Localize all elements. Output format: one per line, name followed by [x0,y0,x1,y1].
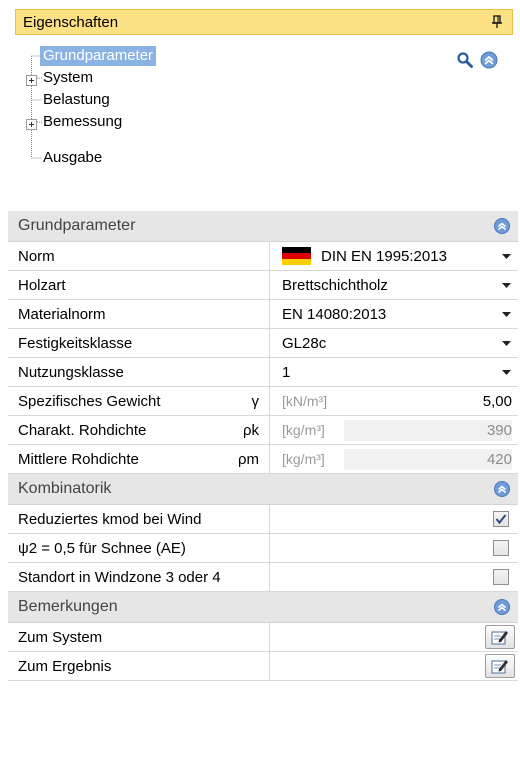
chevron-down-icon[interactable] [500,310,512,318]
unit-label: [kg/m³] [282,422,325,438]
windzone-checkbox[interactable] [493,569,509,585]
search-icon[interactable] [456,51,474,73]
section-header-grundparameter[interactable]: Grundparameter [8,211,518,242]
charakt-rohdichte-field: [kg/m³] 390 [270,416,518,444]
section-header-bemerkungen[interactable]: Bemerkungen [8,592,518,623]
spezifisches-gewicht-value: 5,00 [482,392,512,410]
property-row-spezifisches-gewicht: Spezifisches Gewicht γ [kN/m³] 5,00 [8,387,518,416]
property-label: Zum System [18,628,103,646]
chevron-down-icon[interactable] [500,281,512,289]
section-title: Bemerkungen [18,598,118,615]
property-row-kmod-wind: Reduziertes kmod bei Wind [8,505,518,534]
property-row-mittlere-rohdichte: Mittlere Rohdichte ρm [kg/m³] 420 [8,445,518,474]
edit-note-icon [491,631,508,645]
tree-item-label: Ausgabe [43,149,103,166]
property-row-materialnorm: Materialnorm EN 14080:2013 [8,300,518,329]
holzart-value: Brettschichtholz [282,276,388,294]
nutzungsklasse-value: 1 [282,363,291,381]
property-symbol: ρm [237,450,259,468]
edit-remark-ergebnis-button[interactable] [485,654,515,678]
property-label: ψ2 = 0,5 für Schnee (AE) [18,539,186,557]
tree-item-label: System [43,69,94,86]
property-row-nutzungsklasse: Nutzungsklasse 1 [8,358,518,387]
property-label: Norm [18,247,55,265]
norm-select[interactable]: DIN EN 1995:2013 [270,242,518,270]
property-label: Spezifisches Gewicht [18,392,161,410]
collapse-up-icon[interactable] [494,218,510,234]
unit-label: [kN/m³] [282,393,328,409]
section-title: Kombinatorik [18,480,112,497]
tree-item-grundparameter[interactable]: Grundparameter [40,45,157,67]
collapse-up-icon[interactable] [494,599,510,615]
property-label: Materialnorm [18,305,106,323]
property-label: Zum Ergebnis [18,657,112,675]
property-row-festigkeitsklasse: Festigkeitsklasse GL28c [8,329,518,358]
mittlere-rohdichte-field: [kg/m³] 420 [270,445,518,473]
tree-item-label: Grundparameter [40,46,157,66]
collapse-all-icon[interactable] [480,51,498,73]
property-symbol: ρk [242,421,259,439]
property-label: Festigkeitsklasse [18,334,133,352]
properties-header: Eigenschaften [15,9,513,35]
tree-item-label: Bemessung [43,113,123,130]
unit-label: [kg/m³] [282,451,325,467]
navigation-tree: Grundparameter System Belastung Bemessun… [18,42,318,182]
tree-item-belastung[interactable]: Belastung [40,89,113,111]
tree-item-ausgabe[interactable]: Ausgabe [40,147,105,169]
spezifisches-gewicht-field[interactable]: [kN/m³] 5,00 [270,387,518,415]
property-row-windzone: Standort in Windzone 3 oder 4 [8,563,518,592]
property-row-holzart: Holzart Brettschichtholz [8,271,518,300]
expand-icon[interactable] [26,73,37,86]
property-label: Standort in Windzone 3 oder 4 [18,568,221,586]
property-row-zum-system: Zum System [8,623,518,652]
chevron-down-icon[interactable] [500,368,512,376]
festigkeitsklasse-value: GL28c [282,334,327,352]
collapse-up-icon[interactable] [494,481,510,497]
pin-icon[interactable] [490,14,504,30]
nutzungsklasse-select[interactable]: 1 [270,358,518,386]
section-header-kombinatorik[interactable]: Kombinatorik [8,474,518,505]
property-label: Charakt. Rohdichte [18,421,147,439]
holzart-select[interactable]: Brettschichtholz [270,271,518,299]
psi2-schnee-checkbox[interactable] [493,540,509,556]
property-row-norm: Norm DIN EN 1995:2013 [8,242,518,271]
property-label: Mittlere Rohdichte [18,450,139,468]
chevron-down-icon[interactable] [500,252,512,260]
charakt-rohdichte-value: 390 [344,419,512,441]
mittlere-rohdichte-value: 420 [344,448,512,470]
german-flag-icon [282,247,311,265]
property-label: Reduziertes kmod bei Wind [18,510,202,528]
property-symbol: γ [251,392,260,410]
chevron-down-icon[interactable] [500,339,512,347]
property-row-zum-ergebnis: Zum Ergebnis [8,652,518,681]
festigkeitsklasse-select[interactable]: GL28c [270,329,518,357]
property-label: Nutzungsklasse [18,363,124,381]
property-grid: Grundparameter Norm DIN EN 1995:2013 Hol… [8,211,518,681]
tree-item-bemessung[interactable]: Bemessung [40,111,125,133]
properties-title: Eigenschaften [23,13,119,31]
property-label: Holzart [18,276,66,294]
edit-note-icon [491,660,508,674]
tree-item-label: Belastung [43,91,110,108]
expand-icon[interactable] [26,117,37,130]
materialnorm-value: EN 14080:2013 [282,305,387,323]
edit-remark-system-button[interactable] [485,625,515,649]
property-row-psi2-schnee: ψ2 = 0,5 für Schnee (AE) [8,534,518,563]
kmod-wind-checkbox[interactable] [493,511,509,527]
norm-value: DIN EN 1995:2013 [321,247,447,265]
section-title: Grundparameter [18,217,136,234]
property-row-charakt-rohdichte: Charakt. Rohdichte ρk [kg/m³] 390 [8,416,518,445]
tree-toolbar [456,51,498,73]
materialnorm-select[interactable]: EN 14080:2013 [270,300,518,328]
tree-item-system[interactable]: System [40,67,96,89]
